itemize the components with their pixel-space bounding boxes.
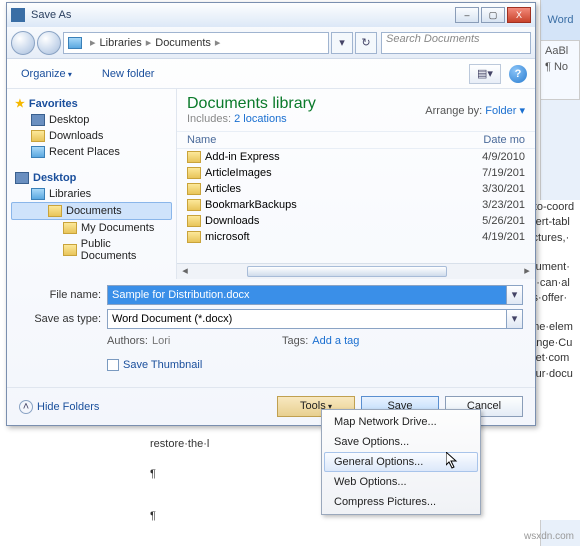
nav-tree[interactable]: ★Favorites Desktop Downloads Recent Plac… bbox=[7, 89, 177, 279]
chevron-right-icon[interactable]: ▸ bbox=[90, 36, 96, 49]
savetype-label: Save as type: bbox=[19, 313, 101, 325]
search-input[interactable]: Search Documents bbox=[381, 32, 531, 54]
minimize-button[interactable]: – bbox=[455, 7, 479, 23]
tags-add-link[interactable]: Add a tag bbox=[312, 335, 359, 347]
authors-label: Authors: bbox=[107, 335, 148, 347]
chevron-right-icon[interactable]: ▸ bbox=[215, 36, 221, 49]
tree-desktop[interactable]: Desktop bbox=[11, 112, 172, 128]
background-ribbon: AaBl ¶ No bbox=[540, 40, 580, 100]
breadcrumb-dropdown[interactable]: ▾ bbox=[331, 32, 353, 54]
folder-icon bbox=[187, 231, 201, 243]
folder-icon bbox=[187, 215, 201, 227]
organize-menu[interactable]: Organize bbox=[15, 64, 78, 84]
star-icon: ★ bbox=[15, 97, 25, 110]
column-name[interactable]: Name bbox=[187, 134, 483, 146]
folder-icon bbox=[187, 151, 201, 163]
new-folder-button[interactable]: New folder bbox=[96, 64, 161, 84]
breadcrumb[interactable]: ▸ Libraries ▸ Documents ▸ bbox=[63, 32, 329, 54]
tree-downloads[interactable]: Downloads bbox=[11, 128, 172, 144]
menu-compress-pictures[interactable]: Compress Pictures... bbox=[324, 492, 478, 512]
save-thumbnail-checkbox[interactable]: Save Thumbnail bbox=[107, 359, 523, 371]
list-item[interactable]: Articles3/30/201 bbox=[177, 181, 535, 197]
tree-public-documents[interactable]: Public Documents bbox=[11, 236, 172, 264]
close-button[interactable]: X bbox=[507, 7, 531, 23]
menu-save-options[interactable]: Save Options... bbox=[324, 432, 478, 452]
arrange-dropdown[interactable]: Folder ▾ bbox=[485, 105, 525, 117]
doc-pilcrow: ¶ bbox=[150, 510, 156, 522]
file-rows[interactable]: Add-in Express4/9/2010 ArticleImages7/19… bbox=[177, 149, 535, 263]
save-as-dialog: Save As – ▢ X ▸ Libraries ▸ Documents ▸ … bbox=[6, 2, 536, 426]
tree-recent[interactable]: Recent Places bbox=[11, 144, 172, 160]
menu-web-options[interactable]: Web Options... bbox=[324, 472, 478, 492]
folder-icon bbox=[31, 130, 45, 142]
doc-pilcrow: ¶ bbox=[150, 468, 156, 480]
tools-dropdown-menu: Map Network Drive... Save Options... Gen… bbox=[321, 409, 481, 515]
tree-my-documents[interactable]: My Documents bbox=[11, 220, 172, 236]
checkbox-icon[interactable] bbox=[107, 359, 119, 371]
doc-text-line: restore·the·l bbox=[150, 438, 209, 450]
save-form: File name: Sample for Distribution.docx … bbox=[7, 279, 535, 387]
folder-icon bbox=[187, 199, 201, 211]
horizontal-scrollbar[interactable]: ◂ ▸ bbox=[177, 263, 535, 279]
hide-folders-button[interactable]: ˄Hide Folders bbox=[19, 400, 99, 414]
file-list-panel: Documents library Includes: 2 locations … bbox=[177, 89, 535, 279]
ribbon-style-label: ¶ No bbox=[545, 61, 575, 73]
crumb-documents[interactable]: Documents bbox=[155, 37, 211, 49]
titlebar[interactable]: Save As – ▢ X bbox=[7, 3, 535, 27]
tree-documents[interactable]: Documents bbox=[11, 202, 172, 220]
refresh-button[interactable]: ↻ bbox=[355, 32, 377, 54]
scroll-thumb[interactable] bbox=[247, 266, 447, 277]
folder-icon bbox=[48, 205, 62, 217]
desktop-header[interactable]: Desktop bbox=[11, 170, 172, 186]
savetype-select[interactable]: Word Document (*.docx) bbox=[107, 309, 507, 329]
word-doc-icon bbox=[11, 8, 25, 22]
folder-icon bbox=[187, 167, 201, 179]
help-button[interactable]: ? bbox=[509, 65, 527, 83]
arrange-label: Arrange by: bbox=[425, 105, 482, 117]
view-options-button[interactable]: ▤▾ bbox=[469, 64, 501, 84]
folder-icon bbox=[63, 244, 77, 256]
library-icon bbox=[68, 37, 82, 49]
filename-label: File name: bbox=[19, 289, 101, 301]
crumb-libraries[interactable]: Libraries bbox=[100, 37, 142, 49]
back-button[interactable] bbox=[11, 31, 35, 55]
toolbar: Organize New folder ▤▾ ? bbox=[7, 59, 535, 89]
list-item[interactable]: Downloads5/26/201 bbox=[177, 213, 535, 229]
maximize-button[interactable]: ▢ bbox=[481, 7, 505, 23]
scroll-left-arrow[interactable]: ◂ bbox=[177, 264, 193, 280]
desktop-icon bbox=[31, 114, 45, 126]
desktop-icon bbox=[15, 172, 29, 184]
list-item[interactable]: ArticleImages7/19/201 bbox=[177, 165, 535, 181]
folder-icon bbox=[187, 183, 201, 195]
word-title: Word bbox=[541, 0, 580, 40]
list-item[interactable]: BookmarkBackups3/23/201 bbox=[177, 197, 535, 213]
menu-general-options[interactable]: General Options... bbox=[324, 452, 478, 472]
authors-value[interactable]: Lori bbox=[152, 335, 282, 347]
watermark: wsxdn.com bbox=[524, 531, 574, 542]
tree-libraries[interactable]: Libraries bbox=[11, 186, 172, 202]
forward-button[interactable] bbox=[37, 31, 61, 55]
recent-icon bbox=[31, 146, 45, 158]
column-date[interactable]: Date mo bbox=[483, 134, 525, 146]
nav-bar: ▸ Libraries ▸ Documents ▸ ▾ ↻ Search Doc… bbox=[7, 27, 535, 59]
scroll-right-arrow[interactable]: ▸ bbox=[519, 264, 535, 280]
chevron-up-icon: ˄ bbox=[19, 400, 33, 414]
libraries-icon bbox=[31, 188, 45, 200]
library-title: Documents library bbox=[187, 95, 425, 113]
ribbon-style-sample: AaBl bbox=[545, 45, 575, 57]
filename-dropdown[interactable]: ▾ bbox=[507, 285, 523, 305]
list-item[interactable]: Add-in Express4/9/2010 bbox=[177, 149, 535, 165]
tags-label: Tags: bbox=[282, 335, 308, 347]
menu-map-network-drive[interactable]: Map Network Drive... bbox=[324, 412, 478, 432]
includes-label: Includes: bbox=[187, 113, 231, 125]
filename-input[interactable]: Sample for Distribution.docx bbox=[107, 285, 507, 305]
list-item[interactable]: microsoft4/19/201 bbox=[177, 229, 535, 245]
dialog-title: Save As bbox=[31, 9, 453, 21]
locations-link[interactable]: 2 locations bbox=[234, 113, 287, 125]
favorites-header[interactable]: ★Favorites bbox=[11, 95, 172, 112]
folder-icon bbox=[63, 222, 77, 234]
savetype-dropdown[interactable]: ▾ bbox=[507, 309, 523, 329]
chevron-right-icon[interactable]: ▸ bbox=[146, 36, 152, 49]
